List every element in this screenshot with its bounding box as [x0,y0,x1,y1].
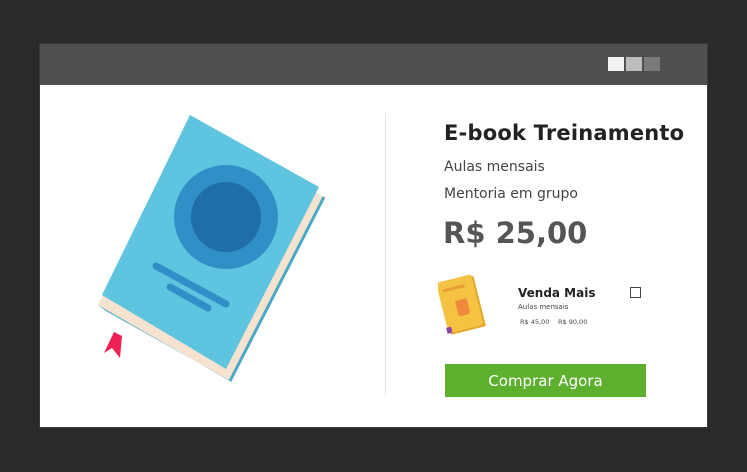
book-illustration-icon [98,115,326,385]
feature-item: Mentoria em grupo [444,186,578,202]
upsell-price: R$ 45,00 [520,318,550,326]
window-button-light[interactable] [608,57,624,71]
window-titlebar [40,44,707,85]
window-button-medium[interactable] [626,57,642,71]
upsell-old-price: R$ 90,00 [558,318,588,326]
product-price: R$ 25,00 [443,216,588,250]
window-button-dark[interactable] [644,57,660,71]
upsell-name: Venda Mais [518,286,596,300]
small-book-icon [438,274,486,335]
buy-now-button[interactable]: Comprar Agora [445,364,646,397]
product-title: E-book Treinamento [444,121,685,145]
product-window: E-book Treinamento Aulas mensais Mentori… [40,44,707,427]
column-divider [385,113,386,395]
feature-item: Aulas mensais [444,159,545,175]
product-content: E-book Treinamento Aulas mensais Mentori… [40,85,707,427]
upsell-description: Aulas mensais [518,303,569,311]
upsell-checkbox[interactable] [630,287,641,298]
